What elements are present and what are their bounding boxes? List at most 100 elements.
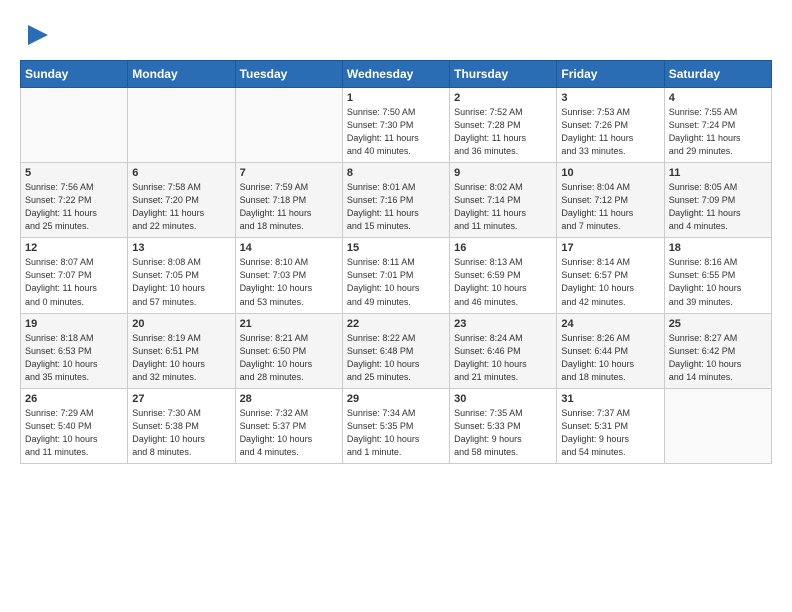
day-number: 1 [347, 92, 445, 104]
day-number: 31 [561, 393, 659, 405]
calendar-cell: 5Sunrise: 7:56 AM Sunset: 7:22 PM Daylig… [21, 163, 128, 238]
day-number: 27 [132, 393, 230, 405]
page: SundayMondayTuesdayWednesdayThursdayFrid… [0, 0, 792, 474]
calendar-cell [21, 88, 128, 163]
day-number: 13 [132, 242, 230, 254]
day-number: 26 [25, 393, 123, 405]
day-number: 6 [132, 167, 230, 179]
day-info: Sunrise: 8:24 AM Sunset: 6:46 PM Dayligh… [454, 332, 552, 384]
calendar-cell: 16 Sunrise: 8:13 AM Sunset: 6:59 PM Dayli… [450, 238, 557, 313]
calendar-cell: 28Sunrise: 7:32 AM Sunset: 5:37 PM Dayli… [235, 388, 342, 463]
weekday-header-tuesday: Tuesday [235, 61, 342, 88]
day-info: Sunrise: 8:02 AM Sunset: 7:14 PM Dayligh… [454, 181, 552, 233]
calendar-week-row: 5Sunrise: 7:56 AM Sunset: 7:22 PM Daylig… [21, 163, 772, 238]
calendar-cell: 27 Sunrise: 7:30 AM Sunset: 5:38 PM Dayli… [128, 388, 235, 463]
day-info: Sunrise: 8:21 AM Sunset: 6:50 PM Dayligh… [240, 332, 338, 384]
day-info: Sunrise: 7:30 AM Sunset: 5:38 PM Dayligh… [132, 407, 230, 459]
calendar-cell: 29 Sunrise: 7:34 AM Sunset: 5:35 PM Dayli… [342, 388, 449, 463]
weekday-header-sunday: Sunday [21, 61, 128, 88]
day-info: Sunrise: 7:37 AM Sunset: 5:31 PM Dayligh… [561, 407, 659, 459]
calendar-cell: 15 Sunrise: 8:11 AM Sunset: 7:01 PM Dayli… [342, 238, 449, 313]
day-info: Sunrise: 8:05 AM Sunset: 7:09 PM Dayligh… [669, 181, 767, 233]
day-info: Sunrise: 7:32 AM Sunset: 5:37 PM Dayligh… [240, 407, 338, 459]
calendar-cell: 14 Sunrise: 8:10 AM Sunset: 7:03 PM Dayli… [235, 238, 342, 313]
day-number: 11 [669, 167, 767, 179]
day-number: 20 [132, 318, 230, 330]
day-info: Sunrise: 8:11 AM Sunset: 7:01 PM Dayligh… [347, 256, 445, 308]
calendar-cell: 10Sunrise: 8:04 AM Sunset: 7:12 PM Dayli… [557, 163, 664, 238]
day-number: 16 [454, 242, 552, 254]
calendar-cell: 8 Sunrise: 8:01 AM Sunset: 7:16 PM Daylig… [342, 163, 449, 238]
calendar-cell: 31 Sunrise: 7:37 AM Sunset: 5:31 PM Dayli… [557, 388, 664, 463]
calendar-cell: 12 Sunrise: 8:07 AM Sunset: 7:07 PM Dayli… [21, 238, 128, 313]
calendar-cell: 7 Sunrise: 7:59 AM Sunset: 7:18 PM Daylig… [235, 163, 342, 238]
day-info: Sunrise: 8:18 AM Sunset: 6:53 PM Dayligh… [25, 332, 123, 384]
calendar-cell: 4 Sunrise: 7:55 AM Sunset: 7:24 PM Daylig… [664, 88, 771, 163]
day-number: 30 [454, 393, 552, 405]
day-number: 12 [25, 242, 123, 254]
day-info: Sunrise: 7:52 AM Sunset: 7:28 PM Dayligh… [454, 106, 552, 158]
calendar-body: 1 Sunrise: 7:50 AM Sunset: 7:30 PM Daylig… [21, 88, 772, 464]
day-info: Sunrise: 7:55 AM Sunset: 7:24 PM Dayligh… [669, 106, 767, 158]
day-info: Sunrise: 7:50 AM Sunset: 7:30 PM Dayligh… [347, 106, 445, 158]
day-number: 23 [454, 318, 552, 330]
day-number: 22 [347, 318, 445, 330]
calendar-table: SundayMondayTuesdayWednesdayThursdayFrid… [20, 60, 772, 464]
calendar-cell: 3 Sunrise: 7:53 AM Sunset: 7:26 PM Daylig… [557, 88, 664, 163]
day-number: 15 [347, 242, 445, 254]
day-number: 4 [669, 92, 767, 104]
weekday-header-friday: Friday [557, 61, 664, 88]
calendar-cell: 13 Sunrise: 8:08 AM Sunset: 7:05 PM Dayli… [128, 238, 235, 313]
weekday-header-row: SundayMondayTuesdayWednesdayThursdayFrid… [21, 61, 772, 88]
day-info: Sunrise: 8:19 AM Sunset: 6:51 PM Dayligh… [132, 332, 230, 384]
weekday-header-saturday: Saturday [664, 61, 771, 88]
calendar-cell: 24 Sunrise: 8:26 AM Sunset: 6:44 PM Dayli… [557, 313, 664, 388]
calendar-cell: 18Sunrise: 8:16 AM Sunset: 6:55 PM Dayli… [664, 238, 771, 313]
weekday-header-monday: Monday [128, 61, 235, 88]
day-info: Sunrise: 8:07 AM Sunset: 7:07 PM Dayligh… [25, 256, 123, 308]
day-number: 19 [25, 318, 123, 330]
day-info: Sunrise: 7:35 AM Sunset: 5:33 PM Dayligh… [454, 407, 552, 459]
calendar-cell: 1 Sunrise: 7:50 AM Sunset: 7:30 PM Daylig… [342, 88, 449, 163]
day-info: Sunrise: 7:34 AM Sunset: 5:35 PM Dayligh… [347, 407, 445, 459]
calendar-cell: 30 Sunrise: 7:35 AM Sunset: 5:33 PM Dayli… [450, 388, 557, 463]
day-info: Sunrise: 8:27 AM Sunset: 6:42 PM Dayligh… [669, 332, 767, 384]
calendar-cell [664, 388, 771, 463]
day-info: Sunrise: 8:14 AM Sunset: 6:57 PM Dayligh… [561, 256, 659, 308]
day-number: 25 [669, 318, 767, 330]
day-info: Sunrise: 7:59 AM Sunset: 7:18 PM Dayligh… [240, 181, 338, 233]
day-info: Sunrise: 7:56 AM Sunset: 7:22 PM Dayligh… [25, 181, 123, 233]
day-info: Sunrise: 8:22 AM Sunset: 6:48 PM Dayligh… [347, 332, 445, 384]
day-number: 24 [561, 318, 659, 330]
day-info: Sunrise: 7:29 AM Sunset: 5:40 PM Dayligh… [25, 407, 123, 459]
calendar-header: SundayMondayTuesdayWednesdayThursdayFrid… [21, 61, 772, 88]
day-number: 8 [347, 167, 445, 179]
day-number: 14 [240, 242, 338, 254]
day-number: 29 [347, 393, 445, 405]
calendar-week-row: 1 Sunrise: 7:50 AM Sunset: 7:30 PM Daylig… [21, 88, 772, 163]
day-info: Sunrise: 8:26 AM Sunset: 6:44 PM Dayligh… [561, 332, 659, 384]
day-info: Sunrise: 8:10 AM Sunset: 7:03 PM Dayligh… [240, 256, 338, 308]
calendar-cell: 9 Sunrise: 8:02 AM Sunset: 7:14 PM Daylig… [450, 163, 557, 238]
calendar-cell [128, 88, 235, 163]
calendar-cell: 23 Sunrise: 8:24 AM Sunset: 6:46 PM Dayli… [450, 313, 557, 388]
day-info: Sunrise: 8:16 AM Sunset: 6:55 PM Dayligh… [669, 256, 767, 308]
day-number: 9 [454, 167, 552, 179]
day-number: 3 [561, 92, 659, 104]
day-info: Sunrise: 8:01 AM Sunset: 7:16 PM Dayligh… [347, 181, 445, 233]
day-number: 2 [454, 92, 552, 104]
weekday-header-wednesday: Wednesday [342, 61, 449, 88]
day-number: 7 [240, 167, 338, 179]
day-info: Sunrise: 7:53 AM Sunset: 7:26 PM Dayligh… [561, 106, 659, 158]
weekday-header-thursday: Thursday [450, 61, 557, 88]
day-info: Sunrise: 8:13 AM Sunset: 6:59 PM Dayligh… [454, 256, 552, 308]
calendar-week-row: 19 Sunrise: 8:18 AM Sunset: 6:53 PM Dayli… [21, 313, 772, 388]
day-info: Sunrise: 8:08 AM Sunset: 7:05 PM Dayligh… [132, 256, 230, 308]
day-info: Sunrise: 8:04 AM Sunset: 7:12 PM Dayligh… [561, 181, 659, 233]
calendar-cell: 19 Sunrise: 8:18 AM Sunset: 6:53 PM Dayli… [21, 313, 128, 388]
calendar-cell: 17Sunrise: 8:14 AM Sunset: 6:57 PM Dayli… [557, 238, 664, 313]
calendar-cell: 20 Sunrise: 8:19 AM Sunset: 6:51 PM Dayli… [128, 313, 235, 388]
calendar-cell: 26 Sunrise: 7:29 AM Sunset: 5:40 PM Dayli… [21, 388, 128, 463]
day-number: 21 [240, 318, 338, 330]
calendar-week-row: 26 Sunrise: 7:29 AM Sunset: 5:40 PM Dayli… [21, 388, 772, 463]
